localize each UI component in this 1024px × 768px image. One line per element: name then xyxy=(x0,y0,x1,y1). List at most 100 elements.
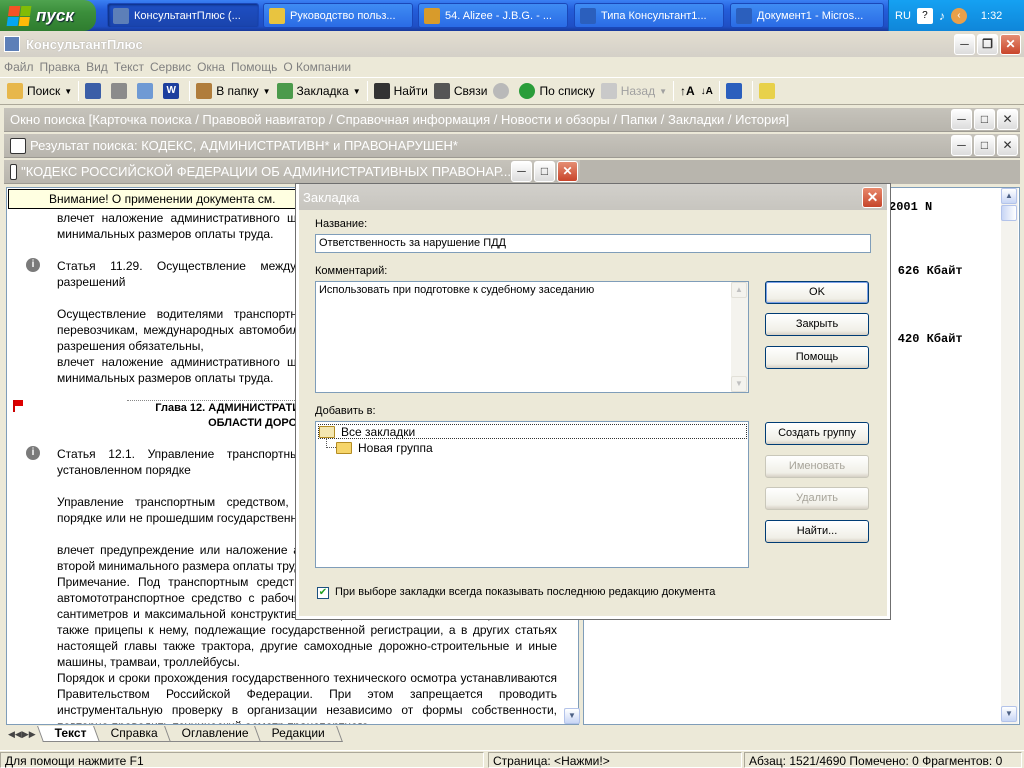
scroll-down-icon[interactable]: ▼ xyxy=(1001,706,1017,722)
context-help-button[interactable] xyxy=(723,80,749,102)
menu-service[interactable]: Сервис xyxy=(150,60,197,74)
maximize-button[interactable]: □ xyxy=(974,109,995,130)
taskbar-item-manual[interactable]: Руководство польз... xyxy=(263,3,413,28)
tips-button[interactable] xyxy=(756,80,782,102)
tab-nav-arrows-icon[interactable]: ◀◀▶▶ xyxy=(6,729,38,740)
comment-field[interactable]: Использовать при подготовке к судебному … xyxy=(315,281,749,393)
ok-button[interactable]: OK xyxy=(765,281,869,304)
save-icon xyxy=(85,83,102,99)
scroll-thumb[interactable] xyxy=(1001,205,1017,221)
font-increase-button[interactable]: ↑A xyxy=(677,80,698,102)
scroll-down-icon[interactable]: ▼ xyxy=(731,376,747,392)
links-button[interactable]: Связи xyxy=(431,80,491,102)
links-label: Связи xyxy=(453,84,488,98)
flag-marker-icon[interactable] xyxy=(13,400,23,412)
tab-editions[interactable]: Редакции xyxy=(254,726,344,742)
right-scrollbar[interactable]: ▲ ▼ xyxy=(1001,188,1018,724)
taskbar-item-word-2[interactable]: Документ1 - Micros... xyxy=(730,3,884,28)
tree-item-new-group[interactable]: Новая группа xyxy=(336,441,433,455)
name-field[interactable]: Ответственность за нарушение ПДД xyxy=(315,234,871,253)
document-bar[interactable]: "КОДЕКС РОССИЙСКОЙ ФЕДЕРАЦИИ ОБ АДМИНИСТ… xyxy=(4,160,580,184)
find-bookmark-button[interactable]: Найти... xyxy=(765,520,869,543)
lightbulb-icon xyxy=(758,83,775,99)
app-title: КонсультантПлюс xyxy=(26,36,143,52)
word-icon: W xyxy=(163,83,180,99)
close-button[interactable]: ✕ xyxy=(997,135,1018,156)
network-icon[interactable]: ‹ xyxy=(950,7,967,24)
close-button[interactable]: ✕ xyxy=(1000,33,1021,55)
find-button[interactable]: Найти xyxy=(371,80,431,102)
latest-edition-label: При выборе закладки всегда показывать по… xyxy=(335,586,716,598)
word-icon xyxy=(736,7,752,24)
tab-contents[interactable]: Оглавление xyxy=(163,726,267,742)
volume-icon[interactable]: ♪ xyxy=(939,9,945,23)
tree-connector xyxy=(326,438,336,448)
document-title: "КОДЕКС РОССИЙСКОЙ ФЕДЕРАЦИИ ОБ АДМИНИСТ… xyxy=(21,164,511,179)
help-button[interactable]: Помощь xyxy=(765,346,869,369)
taskbar-item-word-1[interactable]: Типа Консультант1... xyxy=(574,3,724,28)
doc-paragraph: Порядок и сроки прохождения государствен… xyxy=(57,671,557,724)
info-icon[interactable]: i xyxy=(26,258,40,272)
dialog-close-button[interactable]: ✕ xyxy=(862,187,883,208)
font-decrease-button[interactable]: ↓A xyxy=(698,80,716,102)
left-scrollbar[interactable]: ▼ xyxy=(564,708,580,724)
toolbar-separator xyxy=(366,81,368,101)
back-label: Назад xyxy=(620,84,656,98)
search-window-title: Окно поиска [Карточка поиска / Правовой … xyxy=(10,112,790,127)
minimize-button[interactable]: ─ xyxy=(954,33,975,55)
print-button[interactable] xyxy=(108,80,134,102)
close-dialog-button[interactable]: Закрыть xyxy=(765,313,869,336)
menu-text[interactable]: Текст xyxy=(114,60,150,74)
latest-edition-checkbox[interactable]: ✔ xyxy=(317,587,329,599)
open-folder-icon xyxy=(319,425,335,438)
scroll-down-icon[interactable]: ▼ xyxy=(564,708,580,724)
warning-banner[interactable]: Внимание! О применении документа см. xyxy=(8,189,308,209)
menu-help[interactable]: Помощь xyxy=(231,60,283,74)
info-icon[interactable]: i xyxy=(26,446,40,460)
search-result-bar[interactable]: Результат поиска: КОДЕКС, АДМИНИСТРАТИВН… xyxy=(4,134,1020,158)
export-word-button[interactable]: W xyxy=(160,80,186,102)
menu-edit[interactable]: Правка xyxy=(40,60,87,74)
status-bar: Для помощи нажмите F1 Страница: <Нажми!>… xyxy=(0,750,1024,768)
search-label: Поиск xyxy=(27,84,61,98)
menu-view[interactable]: Вид xyxy=(86,60,114,74)
minimize-button[interactable]: ─ xyxy=(511,161,532,182)
scroll-up-icon[interactable]: ▲ xyxy=(731,282,747,298)
start-button[interactable]: пуск xyxy=(0,0,96,31)
menu-about[interactable]: О Компании xyxy=(283,60,357,74)
help-icon[interactable]: ? xyxy=(916,7,933,24)
rename-button[interactable]: Именовать xyxy=(765,455,869,478)
delete-button[interactable]: Удалить xyxy=(765,487,869,510)
up-button[interactable] xyxy=(490,80,516,102)
bookmark-button[interactable]: Закладка ▼ xyxy=(274,80,364,102)
close-button[interactable]: ✕ xyxy=(997,109,1018,130)
restore-button[interactable]: ❐ xyxy=(977,33,998,55)
taskbar-item-consultant[interactable]: КонсультантПлюс (... xyxy=(107,3,259,28)
tab-reference[interactable]: Справка xyxy=(92,726,176,742)
language-indicator[interactable]: RU xyxy=(895,10,911,22)
preview-icon xyxy=(137,83,154,99)
search-window-bar[interactable]: Окно поиска [Карточка поиска / Правовой … xyxy=(4,108,1020,132)
create-group-button[interactable]: Создать группу xyxy=(765,422,869,445)
preview-button[interactable] xyxy=(134,80,160,102)
scroll-up-icon[interactable]: ▲ xyxy=(1001,188,1017,204)
dialog-title-bar[interactable]: Закладка xyxy=(299,184,887,210)
menu-file[interactable]: Файл xyxy=(4,60,40,74)
back-button[interactable]: Назад ▼ xyxy=(598,80,670,102)
status-page[interactable]: Страница: <Нажми!> xyxy=(488,751,742,768)
save-button[interactable] xyxy=(82,80,108,102)
bookmark-tree[interactable]: Все закладки Новая группа xyxy=(315,421,749,568)
minimize-button[interactable]: ─ xyxy=(951,109,972,130)
minimize-button[interactable]: ─ xyxy=(951,135,972,156)
tree-item-all-bookmarks[interactable]: Все закладки xyxy=(318,424,747,439)
maximize-button[interactable]: □ xyxy=(534,161,555,182)
menu-windows[interactable]: Окна xyxy=(197,60,231,74)
by-list-button[interactable]: По списку xyxy=(516,80,597,102)
maximize-button[interactable]: □ xyxy=(974,135,995,156)
to-folder-button[interactable]: В папку ▼ xyxy=(193,80,273,102)
close-button[interactable]: ✕ xyxy=(557,161,578,182)
search-result-title: Результат поиска: КОДЕКС, АДМИНИСТРАТИВН… xyxy=(30,138,458,153)
comment-scrollbar[interactable]: ▲ ▼ xyxy=(731,282,748,392)
taskbar-item-media[interactable]: 54. Alizee - J.B.G. - ... xyxy=(418,3,568,28)
search-button[interactable]: Поиск ▼ xyxy=(4,80,75,102)
